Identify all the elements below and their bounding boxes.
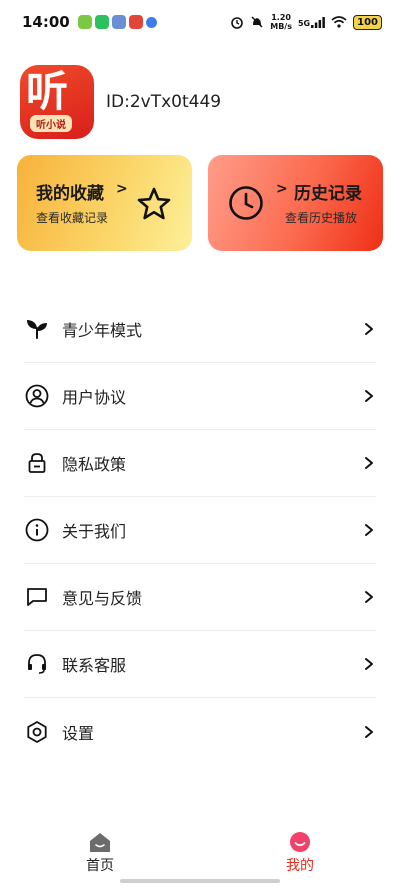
user-circle-icon xyxy=(24,383,50,409)
app-notification-icon xyxy=(77,15,92,29)
profile-smile-icon xyxy=(290,832,310,852)
network-type: 5G xyxy=(297,16,326,28)
menu-item-label: 意见与反馈 xyxy=(62,589,143,608)
history-title: 历史记录 xyxy=(294,184,362,204)
battery-indicator: 100 xyxy=(353,14,382,30)
network-type-label: 5G xyxy=(297,18,311,28)
menu-item-label: 青少年模式 xyxy=(62,321,143,340)
chevron-right-icon xyxy=(365,524,373,536)
menu-item-settings[interactable]: 设置 xyxy=(24,698,376,765)
menu-item-label: 设置 xyxy=(62,723,95,743)
chevron-right-icon xyxy=(365,390,373,402)
history-card[interactable]: > 历史记录 查看历史播放 xyxy=(208,155,383,251)
chevron-right-icon xyxy=(365,658,373,670)
info-icon xyxy=(24,517,50,543)
favorites-title: 我的收藏 xyxy=(36,184,104,204)
status-time: 14:00 xyxy=(22,13,70,31)
app-notification-icon xyxy=(111,15,126,29)
chevron-right-icon xyxy=(365,457,373,469)
star-icon xyxy=(137,187,171,220)
menu-item-user-agreement[interactable]: 用户协议 xyxy=(24,363,376,430)
chevron-right-icon xyxy=(365,591,373,603)
settings-menu: 青少年模式 用户协议 隐私政策 关于我们 意见与反馈 联系客服 设置 xyxy=(24,296,376,765)
net-speed-unit: MB/s xyxy=(270,22,292,31)
wifi-icon xyxy=(331,16,347,28)
alarm-icon xyxy=(231,17,244,29)
clock-icon xyxy=(229,186,263,220)
tab-home-label: 首页 xyxy=(86,858,114,874)
avatar-ribbon: 听小说 xyxy=(30,115,72,132)
app-notification-icon xyxy=(128,15,143,29)
user-id: ID:2vTx0t449 xyxy=(106,92,222,112)
menu-item-contact-support[interactable]: 联系客服 xyxy=(24,631,376,698)
home-icon xyxy=(90,833,110,852)
menu-item-about-us[interactable]: 关于我们 xyxy=(24,497,376,564)
gesture-home-bar[interactable] xyxy=(120,879,280,883)
chevron-right-icon: > xyxy=(276,181,288,197)
avatar-glyph: 听 xyxy=(26,67,69,116)
tab-me-label: 我的 xyxy=(286,858,314,874)
menu-item-label: 联系客服 xyxy=(62,656,127,675)
menu-item-youth-mode[interactable]: 青少年模式 xyxy=(24,296,376,363)
chevron-right-icon: > xyxy=(116,181,128,197)
chevron-right-icon xyxy=(365,323,373,335)
menu-item-label: 关于我们 xyxy=(62,522,127,541)
notification-icons xyxy=(77,15,157,29)
sprout-icon xyxy=(24,316,50,342)
network-speed: 1.20 MB/s xyxy=(270,13,292,31)
menu-item-label: 隐私政策 xyxy=(62,455,127,474)
chevron-right-icon xyxy=(365,725,373,738)
app-notification-icon xyxy=(145,16,157,28)
chat-bubble-icon xyxy=(24,584,50,610)
profile-header: 听 听小说 ID:2vTx0t449 xyxy=(20,65,221,139)
net-speed-value: 1.20 xyxy=(271,13,291,22)
status-icons: 1.20 MB/s 5G 100 xyxy=(230,13,382,31)
menu-item-feedback[interactable]: 意见与反馈 xyxy=(24,564,376,631)
menu-item-privacy-policy[interactable]: 隐私政策 xyxy=(24,430,376,497)
wechat-icon xyxy=(94,15,109,29)
menu-item-label: 用户协议 xyxy=(62,388,127,407)
headset-icon xyxy=(24,651,50,677)
favorites-subtitle: 查看收藏记录 xyxy=(36,211,109,225)
favorites-card[interactable]: 我的收藏 > 查看收藏记录 xyxy=(17,155,192,251)
history-subtitle: 查看历史播放 xyxy=(285,211,358,225)
app-logo-avatar[interactable]: 听 听小说 xyxy=(20,65,94,139)
status-bar: 14:00 1.20 MB/s 5G 100 xyxy=(0,0,400,44)
lock-icon xyxy=(24,450,50,476)
hexagon-settings-icon xyxy=(24,719,50,745)
mute-bell-icon xyxy=(251,16,263,28)
signal-icon xyxy=(311,16,326,28)
